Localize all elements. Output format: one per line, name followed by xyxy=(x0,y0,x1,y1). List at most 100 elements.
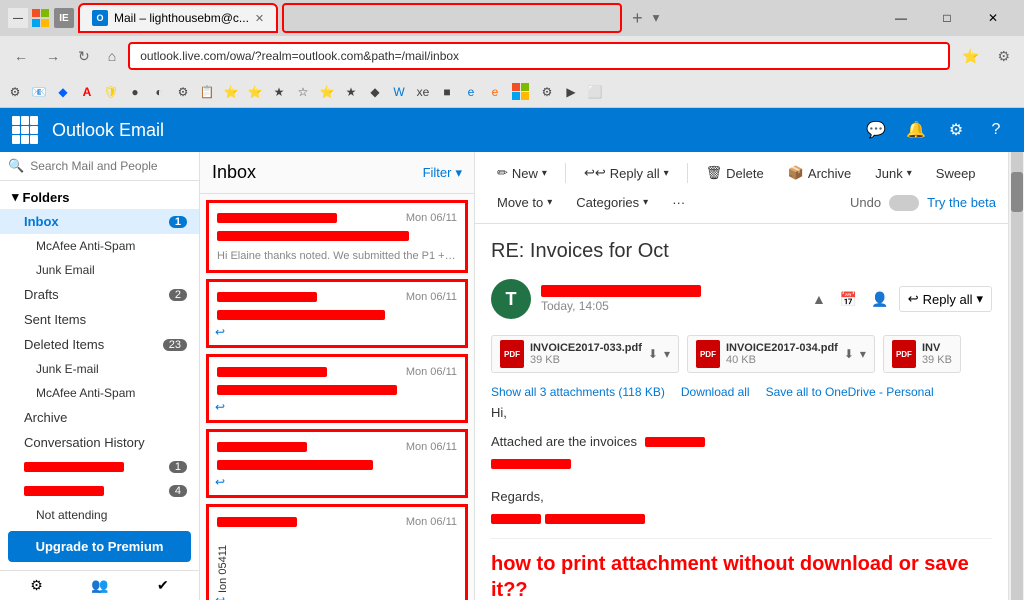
url-text: outlook.live.com/owa/?realm=outlook.com&… xyxy=(140,49,459,63)
list-item[interactable]: Mon 06/11 Hi Elaine thanks noted. We sub… xyxy=(206,200,468,273)
junk-button[interactable]: Junk xyxy=(865,161,922,186)
expand-icon[interactable]: ▲ xyxy=(808,287,830,311)
toolbar-icon-1[interactable]: ⚙ xyxy=(4,81,26,103)
folders-header[interactable]: ▾ Folders xyxy=(0,185,199,209)
attachment-more-button[interactable]: ▾ xyxy=(860,347,866,361)
search-input[interactable] xyxy=(30,159,191,173)
tasks-icon[interactable]: ✔ xyxy=(157,577,169,594)
toolbar-icon-14[interactable]: ★ xyxy=(340,81,362,103)
categories-button[interactable]: Categories xyxy=(566,190,658,215)
sidebar-item-conv-history[interactable]: Conversation History xyxy=(0,430,199,455)
forward-button[interactable]: → xyxy=(40,44,66,68)
show-all-link[interactable]: Show all 3 attachments (118 KB) xyxy=(491,385,665,399)
toolbar-icon-16[interactable]: W xyxy=(388,81,410,103)
sidebar-item-not-attending[interactable]: Not attending xyxy=(0,503,199,523)
toolbar-icon-adobe[interactable]: A xyxy=(76,81,98,103)
toolbar-icon-11[interactable]: ★ xyxy=(268,81,290,103)
tab-close-button[interactable]: ✕ xyxy=(255,12,264,25)
calendar-icon[interactable]: 📅 xyxy=(836,287,861,312)
download-all-link[interactable]: Download all xyxy=(681,385,750,399)
people-icon[interactable]: 👥 xyxy=(91,577,108,594)
minimize-button[interactable]: — xyxy=(878,3,924,33)
maximize-button[interactable]: □ xyxy=(924,3,970,33)
toolbar-icon-12[interactable]: ☆ xyxy=(292,81,314,103)
close-button[interactable]: ✕ xyxy=(970,3,1016,33)
attachment-more-button[interactable]: ▾ xyxy=(664,347,670,361)
sidebar-item-archive[interactable]: Archive xyxy=(0,405,199,430)
new-button[interactable]: ✏ New xyxy=(487,160,557,186)
attachment-chip: PDF INVOICE2017-033.pdf 39 KB ⬇ ▾ xyxy=(491,335,679,373)
toolbar-icon-dropbox[interactable]: ◆ xyxy=(52,81,74,103)
new-tab-button[interactable]: + xyxy=(626,8,649,29)
active-tab[interactable]: O Mail – lighthousebm@c... ✕ xyxy=(78,3,278,33)
new-tab-area[interactable] xyxy=(282,3,622,33)
message-list: Inbox Filter ▾ Mon 06/11 Hi Elaine thank… xyxy=(200,152,475,600)
toolbar-icon-17[interactable]: xe xyxy=(412,81,434,103)
mcafee-sub-label: McAfee Anti-Spam xyxy=(36,386,135,400)
toolbar-icon-2[interactable]: 📧 xyxy=(28,81,50,103)
sidebar-item-mcafee-antispam[interactable]: McAfee Anti-Spam xyxy=(0,234,199,258)
list-item[interactable]: Mon 06/11 Ion 05411 ↩ xyxy=(206,504,468,600)
toolbar-icon-21[interactable]: ⚙ xyxy=(536,81,558,103)
refresh-button[interactable]: ↻ xyxy=(72,44,96,69)
toolbar-icon-15[interactable]: ◆ xyxy=(364,81,386,103)
toolbar-icon-9[interactable]: ⭐ xyxy=(220,81,242,103)
toolbar-icon-6[interactable]: ◐ xyxy=(148,81,170,103)
home-button[interactable]: ⌂ xyxy=(102,44,122,68)
sidebar-item-deleted[interactable]: Deleted Items 23 xyxy=(0,332,199,357)
list-item[interactable]: Mon 06/11 ↩ xyxy=(206,279,468,348)
reply-all-toolbar-button[interactable]: ↩↩ Reply all xyxy=(574,160,679,186)
toolbar-icon-10[interactable]: ⭐ xyxy=(244,81,266,103)
folder2-badge: 4 xyxy=(169,485,187,497)
toolbar-icon-23[interactable]: ⬜ xyxy=(584,81,606,103)
toolbar-icon-5[interactable]: ● xyxy=(124,81,146,103)
save-all-link[interactable]: Save all to OneDrive - Personal xyxy=(766,385,934,399)
sidebar-item-sent[interactable]: Sent Items xyxy=(0,307,199,332)
reply-all-button[interactable]: ↩ Reply all ▾ xyxy=(899,286,992,312)
toolbar-icon-18[interactable]: ■ xyxy=(436,81,458,103)
try-beta-label[interactable]: Try the beta xyxy=(927,195,996,210)
scrollbar-thumb[interactable] xyxy=(1011,172,1023,212)
help-icon[interactable]: ? xyxy=(980,114,1012,146)
sidebar-item-drafts[interactable]: Drafts 2 xyxy=(0,282,199,307)
sidebar-item-mcafee-sub[interactable]: McAfee Anti-Spam xyxy=(0,381,199,405)
toolbar-icon-ie[interactable]: e xyxy=(460,81,482,103)
attachment-size: 39 KB xyxy=(530,354,642,366)
sidebar-item-folder1[interactable]: 1 xyxy=(0,455,199,479)
attachment-download-button[interactable]: ⬇ xyxy=(844,347,854,361)
tools-button[interactable]: ⚙ xyxy=(991,44,1016,69)
filter-button[interactable]: Filter ▾ xyxy=(423,165,462,181)
back-button[interactable]: ← xyxy=(8,44,34,68)
chat-icon[interactable]: 💬 xyxy=(860,114,892,146)
toolbar-icon-7[interactable]: ⚙ xyxy=(172,81,194,103)
sweep-button[interactable]: Sweep xyxy=(926,161,986,186)
sidebar-item-inbox[interactable]: Inbox 1 xyxy=(0,209,199,234)
archive-toolbar-button[interactable]: 📦 Archive xyxy=(778,160,862,186)
sidebar-item-junk-sub[interactable]: Junk E-mail xyxy=(0,357,199,381)
attachment-download-button[interactable]: ⬇ xyxy=(648,347,658,361)
move-to-button[interactable]: Move to xyxy=(487,190,562,215)
toolbar-icon-22[interactable]: ▶ xyxy=(560,81,582,103)
list-item[interactable]: Mon 06/11 ↩ xyxy=(206,354,468,423)
settings-bottom-icon[interactable]: ⚙ xyxy=(30,577,43,594)
toolbar-icon-8[interactable]: 📋 xyxy=(196,81,218,103)
sidebar-item-folder2[interactable]: 4 xyxy=(0,479,199,503)
delete-button[interactable]: 🗑 Delete xyxy=(696,160,774,186)
app-grid-button[interactable] xyxy=(12,116,40,144)
toggle-switch[interactable] xyxy=(889,195,919,211)
favorites-button[interactable]: ⭐ xyxy=(956,44,985,69)
folder1-badge: 1 xyxy=(169,461,187,473)
more-button[interactable]: ··· xyxy=(662,190,695,215)
toolbar-icon-13[interactable]: ⭐ xyxy=(316,81,338,103)
win-minimize[interactable]: — xyxy=(8,8,28,28)
upgrade-button[interactable]: Upgrade to Premium xyxy=(8,531,191,562)
address-bar[interactable]: outlook.live.com/owa/?realm=outlook.com&… xyxy=(128,42,950,70)
settings-icon[interactable]: ⚙ xyxy=(940,114,972,146)
contact-icon[interactable]: 👤 xyxy=(867,287,892,312)
list-item[interactable]: Mon 06/11 ↩ xyxy=(206,429,468,498)
notifications-icon[interactable]: 🔔 xyxy=(900,114,932,146)
sidebar-item-junk[interactable]: Junk Email xyxy=(0,258,199,282)
tab-more-button[interactable]: ▾ xyxy=(653,10,660,26)
toolbar-icon-norton[interactable]: 🛡 xyxy=(100,81,122,103)
toolbar-icon-19[interactable]: e xyxy=(484,81,506,103)
